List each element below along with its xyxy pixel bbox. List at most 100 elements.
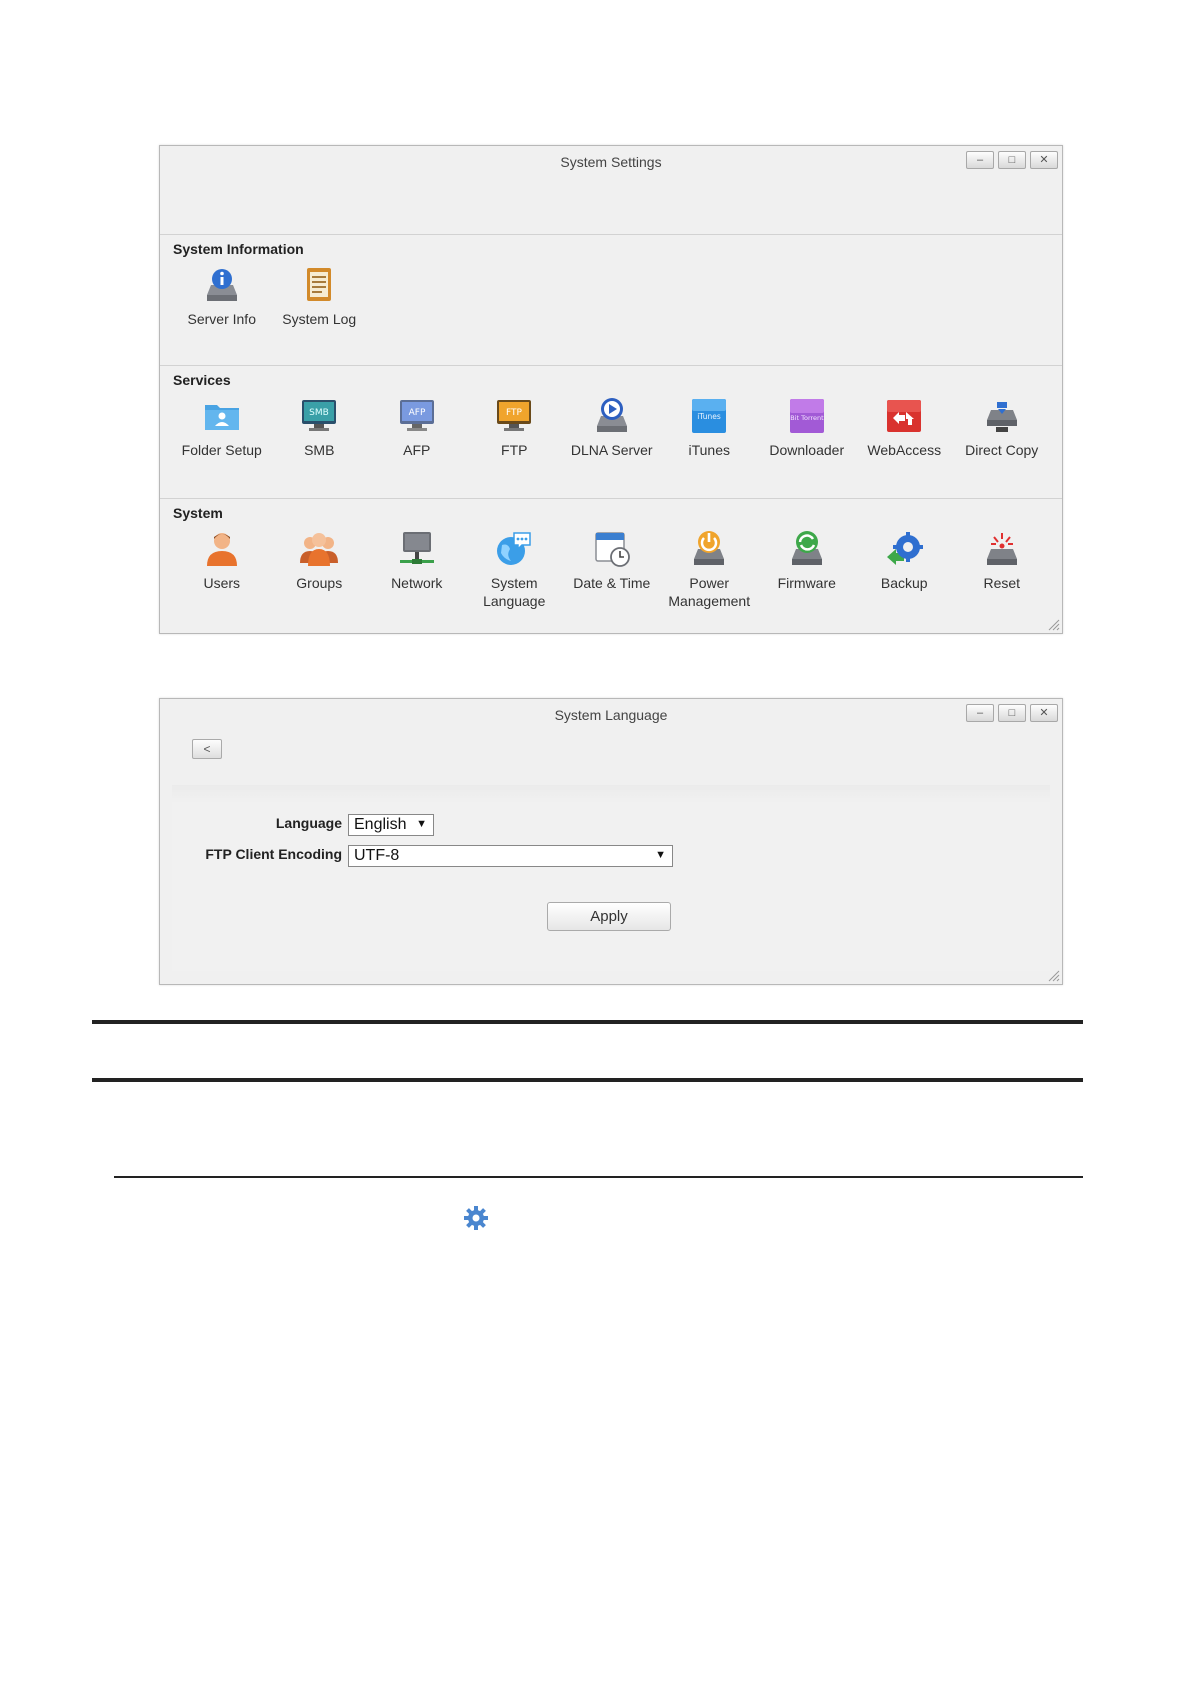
section-system: System Users Groups Network System Langu…: [160, 498, 1062, 633]
reset-icon: [982, 529, 1022, 569]
downloader-icon-text: Bit Torrent: [790, 414, 824, 422]
smb-icon: SMB: [299, 396, 339, 436]
dropdown-arrow-icon: ▼: [655, 849, 666, 861]
app-label: Reset: [983, 575, 1021, 591]
gear-icon: [464, 1206, 488, 1230]
backup-icon: [884, 529, 924, 569]
app-webaccess[interactable]: WebAccess: [856, 396, 954, 459]
minimize-icon[interactable]: –: [966, 151, 994, 169]
afp-icon-text: AFP: [408, 408, 425, 418]
folder-setup-icon: [202, 396, 242, 436]
app-direct-copy[interactable]: Direct Copy: [953, 396, 1051, 459]
server-info-icon: [202, 265, 242, 305]
app-label: SMB: [304, 442, 335, 458]
app-system-language[interactable]: System Language: [466, 529, 564, 610]
apply-button[interactable]: Apply: [547, 902, 671, 931]
section-title: System: [173, 505, 223, 521]
afp-icon: AFP: [397, 396, 437, 436]
app-label: Users: [203, 575, 241, 591]
app-label: WebAccess: [867, 442, 942, 458]
app-label: DLNA Server: [570, 442, 653, 458]
window-controls: – □ ✕: [966, 151, 1058, 169]
app-label: System Log: [282, 311, 357, 327]
resize-grip-icon[interactable]: [1046, 968, 1060, 982]
window-title: System Settings: [560, 154, 662, 170]
language-form: Language English ▼ FTP Client Encoding U…: [172, 785, 1050, 971]
app-afp[interactable]: AFP AFP: [368, 396, 466, 459]
system-log-icon: [299, 265, 339, 305]
language-select-value: English: [354, 816, 407, 833]
dlna-server-icon: [592, 396, 632, 436]
app-label: Folder Setup: [181, 442, 262, 458]
window-title: System Language: [554, 707, 668, 723]
section-services: Services Folder Setup SMB SMB AFP AFP FT…: [160, 365, 1062, 498]
app-date-time[interactable]: Date & Time: [563, 529, 661, 610]
ftp-icon-text: FTP: [506, 408, 523, 418]
direct-copy-icon: [982, 396, 1022, 436]
system-settings-window: System Settings – □ ✕ System Information…: [159, 145, 1063, 634]
firmware-icon: [787, 529, 827, 569]
webaccess-icon: [884, 396, 924, 436]
app-label: Network: [391, 575, 443, 591]
app-label: AFP: [403, 442, 431, 458]
back-button[interactable]: <: [192, 739, 222, 759]
section-title: Services: [173, 372, 231, 388]
system-language-window: System Language – □ ✕ < Language English…: [159, 698, 1063, 985]
app-label: Downloader: [769, 442, 845, 458]
close-icon[interactable]: ✕: [1030, 704, 1058, 722]
divider-rule: [114, 1176, 1083, 1178]
encoding-select-value: UTF-8: [354, 847, 400, 864]
groups-icon: [299, 529, 339, 569]
smb-icon-text: SMB: [309, 408, 329, 418]
app-label: Power Management: [668, 575, 751, 609]
itunes-icon-text: iTunes: [697, 412, 721, 421]
encoding-select[interactable]: UTF-8 ▼: [348, 845, 673, 867]
maximize-icon[interactable]: □: [998, 704, 1026, 722]
divider-rule: [92, 1020, 1083, 1024]
app-itunes[interactable]: iTunes iTunes: [661, 396, 759, 459]
divider-rule: [92, 1078, 1083, 1082]
app-firmware[interactable]: Firmware: [758, 529, 856, 610]
close-icon[interactable]: ✕: [1030, 151, 1058, 169]
app-label: Date & Time: [573, 575, 651, 591]
app-smb[interactable]: SMB SMB: [271, 396, 369, 459]
app-reset[interactable]: Reset: [953, 529, 1051, 610]
section-title: System Information: [173, 241, 304, 257]
power-management-icon: [689, 529, 729, 569]
app-label: FTP: [501, 442, 528, 458]
users-icon: [202, 529, 242, 569]
app-server-info[interactable]: Server Info: [173, 265, 271, 328]
app-system-log[interactable]: System Log: [271, 265, 369, 328]
itunes-icon: iTunes: [689, 396, 729, 436]
app-groups[interactable]: Groups: [271, 529, 369, 610]
app-users[interactable]: Users: [173, 529, 271, 610]
resize-grip-icon[interactable]: [1046, 617, 1060, 631]
app-label: iTunes: [688, 442, 730, 458]
app-folder-setup[interactable]: Folder Setup: [173, 396, 271, 459]
app-dlna-server[interactable]: DLNA Server: [563, 396, 661, 459]
language-select[interactable]: English ▼: [348, 814, 434, 836]
app-label: Firmware: [777, 575, 836, 591]
downloader-icon: Bit Torrent: [787, 396, 827, 436]
app-network[interactable]: Network: [368, 529, 466, 610]
app-backup[interactable]: Backup: [856, 529, 954, 610]
network-icon: [397, 529, 437, 569]
ftp-icon: FTP: [494, 396, 534, 436]
encoding-label: FTP Client Encoding: [205, 846, 342, 862]
app-label: Direct Copy: [965, 442, 1039, 458]
section-system-information: System Information Server Info System Lo…: [160, 234, 1062, 365]
window-controls: – □ ✕: [966, 704, 1058, 722]
system-language-icon: [494, 529, 534, 569]
date-time-icon: [592, 529, 632, 569]
dropdown-arrow-icon: ▼: [416, 818, 427, 830]
app-downloader[interactable]: Bit Torrent Downloader: [758, 396, 856, 459]
app-label: System Language: [483, 575, 546, 609]
minimize-icon[interactable]: –: [966, 704, 994, 722]
app-ftp[interactable]: FTP FTP: [466, 396, 564, 459]
app-label: Backup: [880, 575, 928, 591]
app-label: Server Info: [187, 311, 256, 327]
maximize-icon[interactable]: □: [998, 151, 1026, 169]
app-label: Groups: [296, 575, 343, 591]
language-label: Language: [275, 815, 342, 831]
app-power-management[interactable]: Power Management: [661, 529, 759, 610]
